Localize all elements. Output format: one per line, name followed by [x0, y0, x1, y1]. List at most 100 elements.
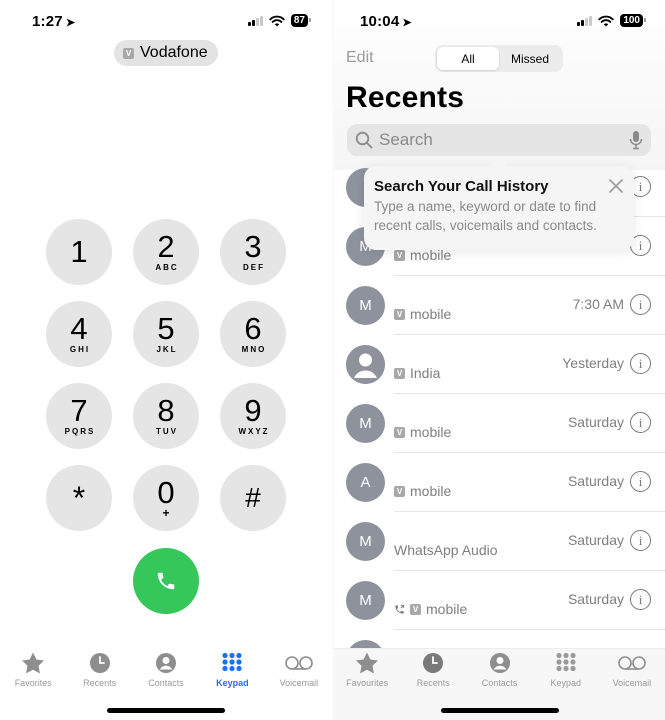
tab-contacts[interactable]: Contacts [466, 652, 532, 692]
home-indicator[interactable] [440, 708, 559, 713]
battery-indicator: 87 [290, 14, 312, 27]
call-time: Yesterday [562, 355, 624, 371]
filter-segmented-control: All Missed [435, 45, 563, 72]
call-time: 7:30 AM [572, 296, 624, 312]
battery-indicator: 100 [620, 14, 646, 27]
info-button-icon[interactable]: i [630, 471, 651, 492]
voicemail-icon [618, 656, 646, 670]
tab-favorites[interactable]: Favorites [0, 652, 66, 692]
star-icon [22, 652, 45, 674]
status-time: 1:27 ➤ [32, 13, 76, 30]
call-row[interactable]: A Vmobile Saturday i [334, 453, 665, 512]
call-row[interactable]: M Vmobile Saturday i [334, 394, 665, 453]
location-arrow-icon: ➤ [402, 17, 412, 29]
call-time: Saturday [567, 473, 624, 489]
avatar: M [346, 581, 385, 620]
call-type: India [410, 365, 441, 381]
info-button-icon[interactable]: i [630, 412, 651, 433]
search-bar [347, 124, 651, 156]
call-type: mobile [410, 483, 452, 499]
avatar: M [346, 286, 385, 325]
sim-badge-icon: V [394, 249, 405, 261]
location-arrow-icon: ➤ [65, 17, 76, 29]
call-row[interactable]: V India Yesterday i [334, 335, 665, 394]
close-icon[interactable] [608, 178, 624, 194]
call-type: WhatsApp Audio [394, 542, 498, 558]
call-row[interactable]: M Vmobile Saturday i [334, 571, 665, 630]
call-type: mobile [410, 306, 452, 322]
tab-bar: Favourites Recents Contacts Keypad Voice… [334, 652, 665, 692]
microphone-icon[interactable] [629, 130, 643, 150]
outgoing-call-icon [395, 604, 405, 614]
key-3[interactable]: 3 DEF [220, 219, 286, 285]
sim-badge-icon: V [410, 603, 421, 615]
call-button[interactable] [133, 548, 199, 614]
edit-button[interactable]: Edit [346, 49, 374, 67]
clock-icon [423, 653, 444, 673]
key-6[interactable]: 6 MNO [220, 301, 286, 367]
tip-body: Type a name, keyword or date to find rec… [374, 199, 597, 233]
info-button-icon[interactable]: i [630, 353, 651, 374]
tab-contacts[interactable]: Contacts [133, 652, 199, 692]
cellular-signal-icon [247, 15, 263, 26]
sim-badge-icon: V [394, 426, 405, 438]
avatar: M [346, 404, 385, 443]
call-row[interactable]: M Vmobile 7:30 AM i [334, 276, 665, 335]
key-2[interactable]: 2 ABC [133, 219, 199, 285]
call-type: mobile [426, 601, 468, 617]
call-row[interactable]: M WhatsApp Audio Saturday i [334, 512, 665, 571]
tab-keypad[interactable]: Keypad [199, 652, 265, 692]
search-icon [355, 131, 373, 149]
recents-screen: 10:04➤ 100 Edit All Missed Recents i M V… [334, 0, 665, 720]
carrier-selector[interactable]: V Vodafone [114, 40, 218, 66]
keypad-icon [222, 652, 243, 672]
carrier-badge-icon: V [123, 47, 134, 59]
search-tip-popover: Search Your Call History Type a name, ke… [364, 157, 634, 250]
cellular-signal-icon [577, 15, 593, 26]
info-button-icon[interactable]: i [630, 530, 651, 551]
key-0[interactable]: 0 + [133, 465, 199, 531]
sim-badge-icon: V [394, 485, 405, 497]
key-1[interactable]: 1 [46, 219, 112, 285]
tab-recents[interactable]: Recents [400, 652, 466, 692]
tab-keypad[interactable]: Keypad [533, 652, 599, 692]
person-placeholder-icon [346, 345, 385, 384]
search-input[interactable] [379, 130, 629, 150]
tab-bar: Favorites Recents Contacts Keypad Voicem… [0, 652, 332, 692]
contact-icon [156, 653, 177, 673]
status-bar: 1:27 ➤ 87 [0, 10, 332, 34]
home-indicator[interactable] [107, 708, 225, 713]
tab-voicemail[interactable]: Voicemail [599, 652, 665, 692]
key-star[interactable]: * [46, 465, 112, 531]
star-icon [356, 652, 379, 674]
key-8[interactable]: 8 TUV [133, 383, 199, 449]
avatar [346, 345, 385, 384]
info-button-icon[interactable]: i [630, 589, 651, 610]
keypad-icon [556, 652, 576, 672]
sim-badge-icon: V [394, 367, 405, 379]
key-hash[interactable]: # [220, 465, 286, 531]
wifi-icon [598, 15, 615, 26]
key-7[interactable]: 7 PQRS [46, 383, 112, 449]
voicemail-icon [285, 656, 313, 670]
tab-voicemail[interactable]: Voicemail [266, 652, 332, 692]
status-time: 10:04 ➤ [360, 13, 412, 30]
phone-icon [157, 572, 175, 590]
segment-missed[interactable]: Missed [499, 47, 561, 70]
call-type: mobile [410, 424, 452, 440]
avatar: A [346, 463, 385, 502]
segment-all[interactable]: All [437, 47, 499, 70]
tab-favourites[interactable]: Favourites [334, 652, 400, 692]
avatar: M [346, 522, 385, 561]
sim-badge-icon: V [394, 308, 405, 320]
tab-recents[interactable]: Recents [66, 652, 132, 692]
info-button-icon[interactable]: i [630, 294, 651, 315]
call-time: Saturday [567, 532, 624, 548]
key-5[interactable]: 5 JKL [133, 301, 199, 367]
carrier-name: Vodafone [140, 44, 208, 61]
page-title: Recents [346, 81, 465, 114]
key-4[interactable]: 4 GHI [46, 301, 112, 367]
wifi-icon [269, 15, 285, 26]
status-bar: 10:04 ➤ 100 [334, 10, 665, 34]
key-9[interactable]: 9 WXYZ [220, 383, 286, 449]
